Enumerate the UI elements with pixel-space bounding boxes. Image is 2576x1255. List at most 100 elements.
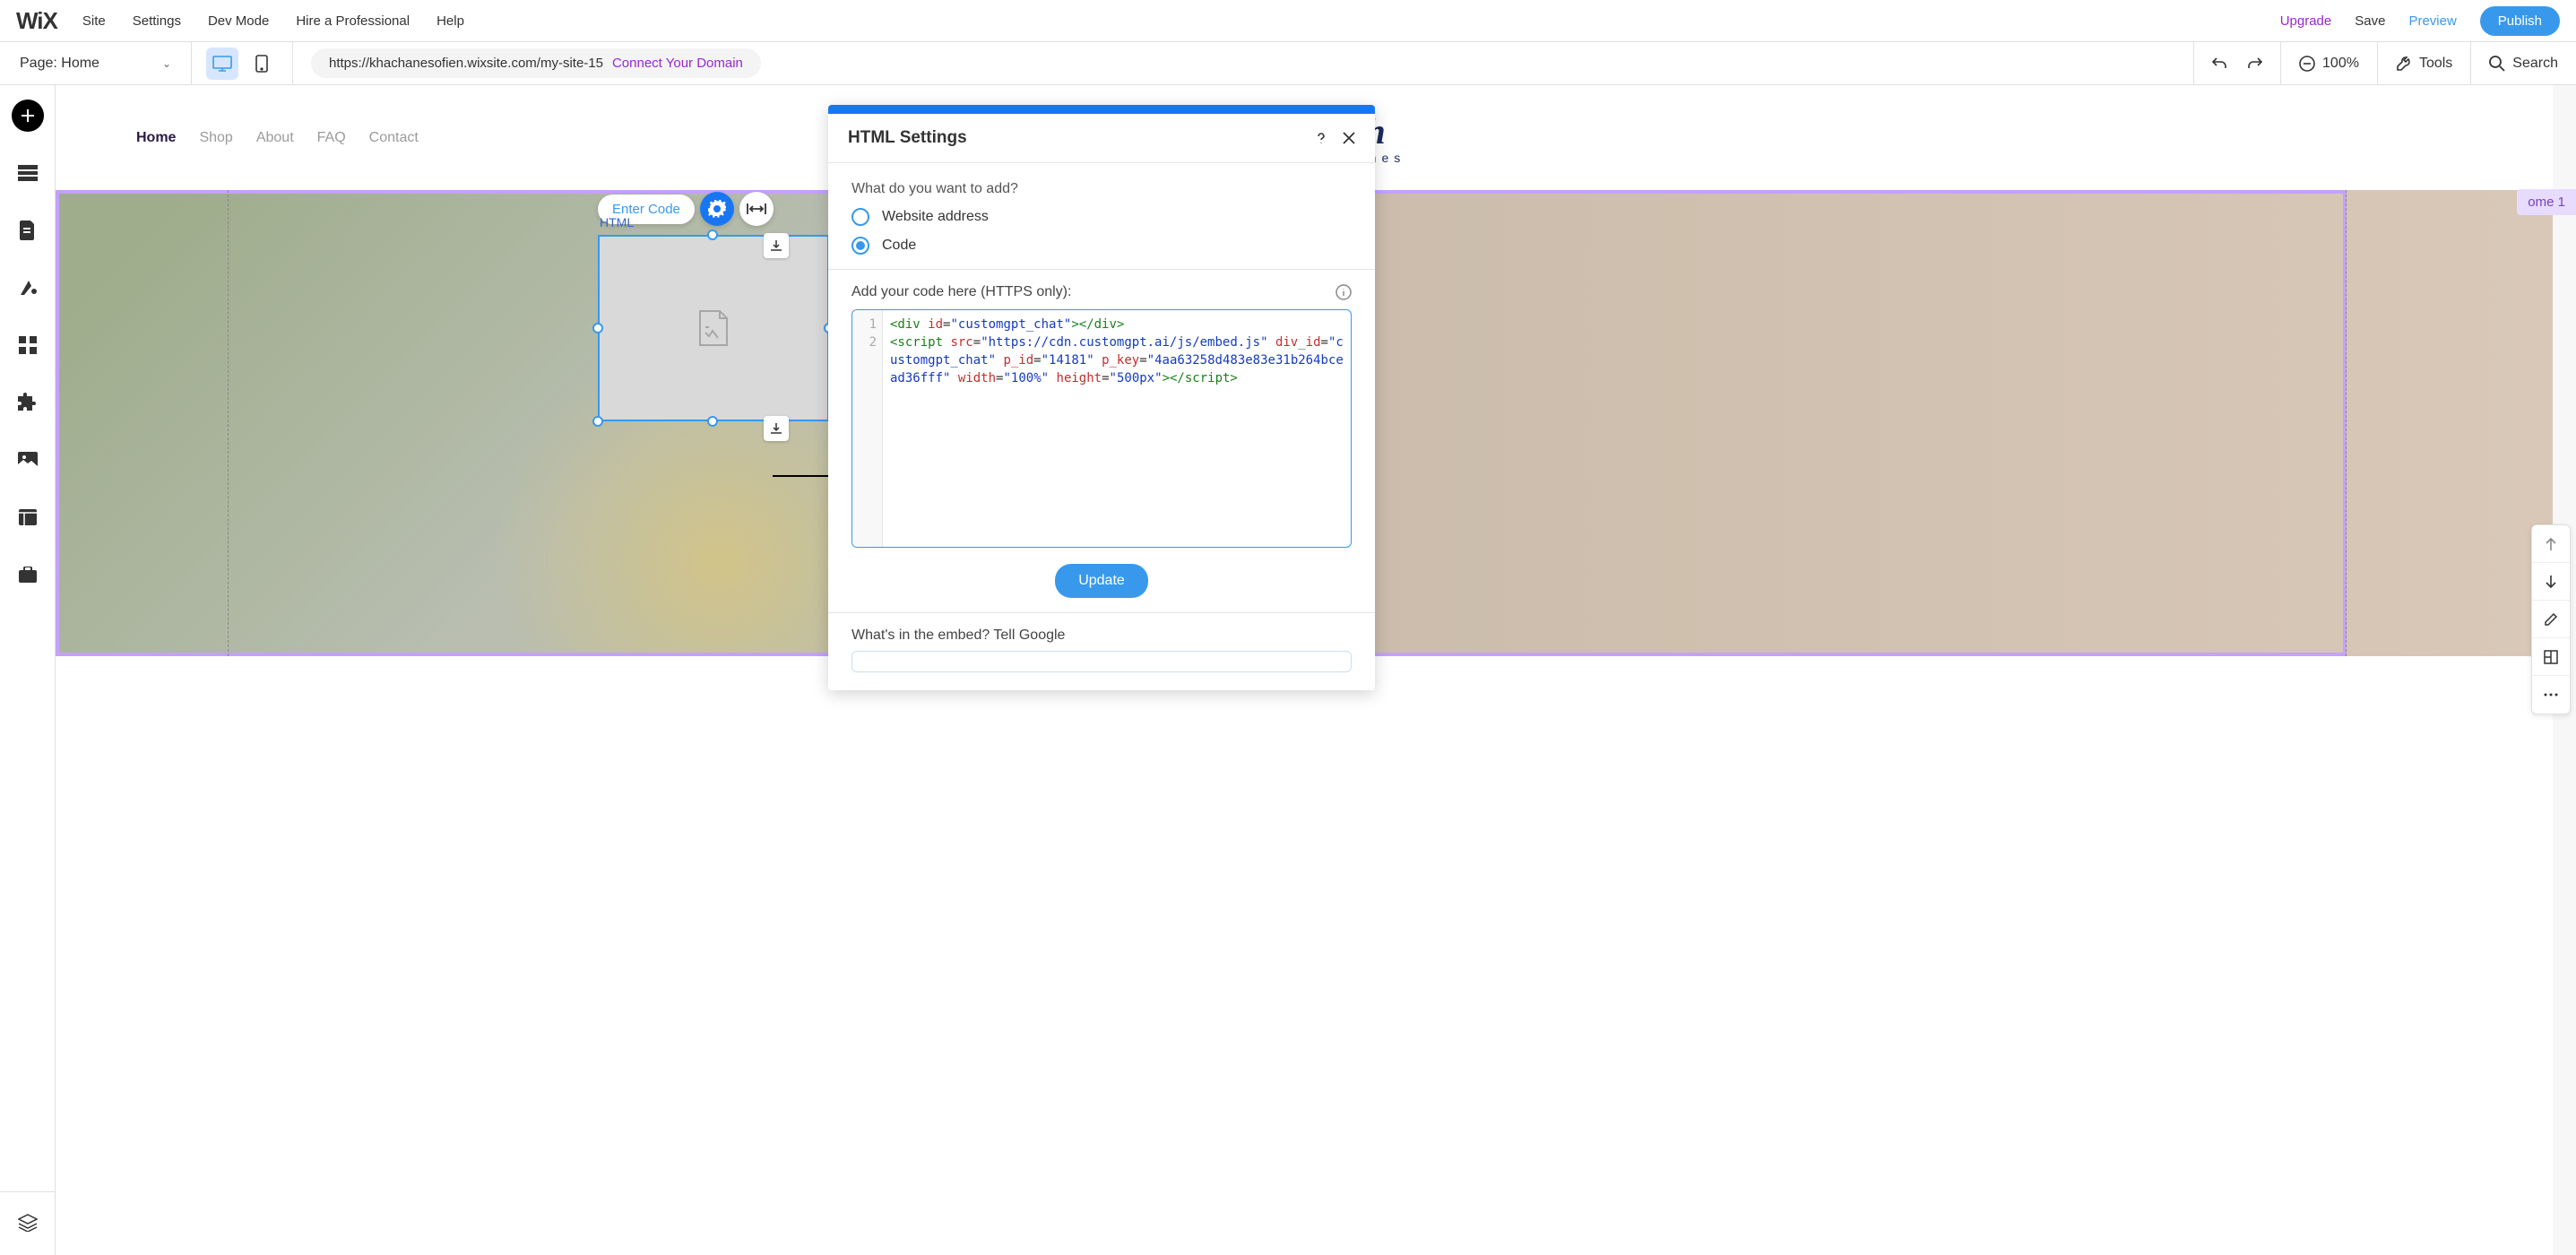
code-textarea[interactable]: <div id="customgpt_chat"></div> <script … [883,310,1351,547]
business-button[interactable] [12,558,44,591]
resize-handle-s[interactable] [707,416,718,427]
editor-canvas[interactable]: Home Shop About FAQ Contact LushLash nat… [56,85,2576,1255]
zoom-value: 100% [2322,56,2359,72]
divider [828,612,1375,613]
resize-handle-sw[interactable] [592,416,603,427]
nav-faq[interactable]: FAQ [317,130,346,146]
apps-button[interactable] [12,329,44,361]
apps-icon [19,336,37,354]
publish-button[interactable]: Publish [2480,6,2560,36]
desktop-view-button[interactable] [206,48,238,80]
wix-logo[interactable]: WiX [16,7,57,35]
add-element-button[interactable] [12,100,44,132]
panel-body: What do you want to add? Website address… [828,163,1375,690]
pages-button[interactable] [12,214,44,247]
save-button[interactable]: Save [2355,13,2385,29]
radio-website-address[interactable]: Website address [851,208,1352,226]
nav-home[interactable]: Home [136,130,176,146]
guide-left [228,190,229,656]
layout-icon [2544,650,2558,664]
plus-icon [21,108,35,123]
hidden-element-tag[interactable]: ome 1 [2517,189,2576,215]
edit-button[interactable] [2532,601,2570,638]
undo-button[interactable] [2193,42,2246,84]
redo-button[interactable] [2246,42,2280,84]
layers-button[interactable] [12,1207,44,1239]
tools-label: Tools [2419,56,2452,72]
nav-contact[interactable]: Contact [369,130,419,146]
media-button[interactable] [12,444,44,476]
menu-help[interactable]: Help [437,13,464,29]
update-button[interactable]: Update [1055,564,1148,598]
download-button-2[interactable] [764,416,789,441]
mobile-view-button[interactable] [246,48,278,80]
desktop-icon [212,56,232,72]
stretch-icon [747,203,766,215]
connect-domain-link[interactable]: Connect Your Domain [612,56,743,71]
upgrade-link[interactable]: Upgrade [2280,13,2332,29]
url-bar: https://khachanesofien.wixsite.com/my-si… [293,48,2193,78]
divider [828,269,1375,270]
design-button[interactable] [12,272,44,304]
move-up-button[interactable] [2532,525,2570,563]
menu-hire[interactable]: Hire a Professional [296,13,410,29]
zoom-control[interactable]: 100% [2280,42,2377,84]
menu-site[interactable]: Site [82,13,106,29]
workspace: Home Shop About FAQ Contact LushLash nat… [0,85,2576,1255]
embed-seo-label: What's in the embed? Tell Google [851,628,1352,644]
sections-button[interactable] [12,157,44,189]
close-panel-button[interactable] [1343,132,1355,144]
search-button[interactable]: Search [2470,42,2576,84]
arrow-up-icon [2545,537,2557,551]
nav-shop[interactable]: Shop [199,130,232,146]
content-manager-button[interactable] [12,501,44,533]
app-market-button[interactable] [12,386,44,419]
code-editor[interactable]: 1 2 <div id="customgpt_chat"></div> <scr… [851,309,1352,548]
element-type-label: HTML [600,215,634,229]
resize-handle-n[interactable] [707,229,718,240]
preview-button[interactable]: Preview [2408,13,2456,29]
info-icon [1336,284,1352,300]
help-icon [1314,131,1328,145]
embed-seo-input[interactable] [851,651,1352,672]
html-settings-panel: HTML Settings What do you want to add? W… [828,105,1375,690]
code-label: Add your code here (HTTPS only): [851,284,1071,300]
help-button[interactable] [1314,131,1328,145]
element-settings-button[interactable] [700,192,734,226]
stretch-button[interactable] [739,192,774,226]
radio-label: Code [882,238,916,254]
info-button[interactable] [1336,284,1352,300]
pencil-icon [2544,612,2558,627]
sidebar-bottom [0,1191,55,1239]
resize-handle-w[interactable] [592,323,603,333]
tools-button[interactable]: Tools [2377,42,2470,84]
download-button-1[interactable] [764,233,789,258]
page-selector[interactable]: Page: Home ⌄ [0,42,192,84]
panel-header: HTML Settings [828,114,1375,163]
layers-icon [18,1214,38,1232]
move-down-button[interactable] [2532,563,2570,601]
layout-button[interactable] [2532,638,2570,676]
panel-title: HTML Settings [848,128,1300,148]
site-nav: Home Shop About FAQ Contact [136,130,419,146]
selected-element[interactable]: HTML [598,235,829,421]
more-button[interactable] [2532,676,2570,714]
html-iframe-placeholder[interactable] [598,235,829,421]
close-icon [1343,132,1355,144]
menu-devmode[interactable]: Dev Mode [208,13,269,29]
panel-accent-bar [828,105,1375,114]
broken-file-icon [693,307,734,349]
app-menubar: WiX Site Settings Dev Mode Hire a Profes… [0,0,2576,42]
radio-code[interactable]: Code [851,237,1352,255]
left-sidebar [0,85,56,1255]
design-icon [18,279,38,297]
menu-settings[interactable]: Settings [133,13,181,29]
viewport-toggles [192,42,293,84]
menu-items: Site Settings Dev Mode Hire a Profession… [82,13,2280,29]
site-url: https://khachanesofien.wixsite.com/my-si… [329,56,603,71]
code-gutter: 1 2 [852,310,883,547]
sub-tools: 100% Tools Search [2193,42,2576,84]
url-pill[interactable]: https://khachanesofien.wixsite.com/my-si… [311,48,761,78]
nav-about[interactable]: About [256,130,294,146]
chevron-down-icon: ⌄ [162,57,171,70]
